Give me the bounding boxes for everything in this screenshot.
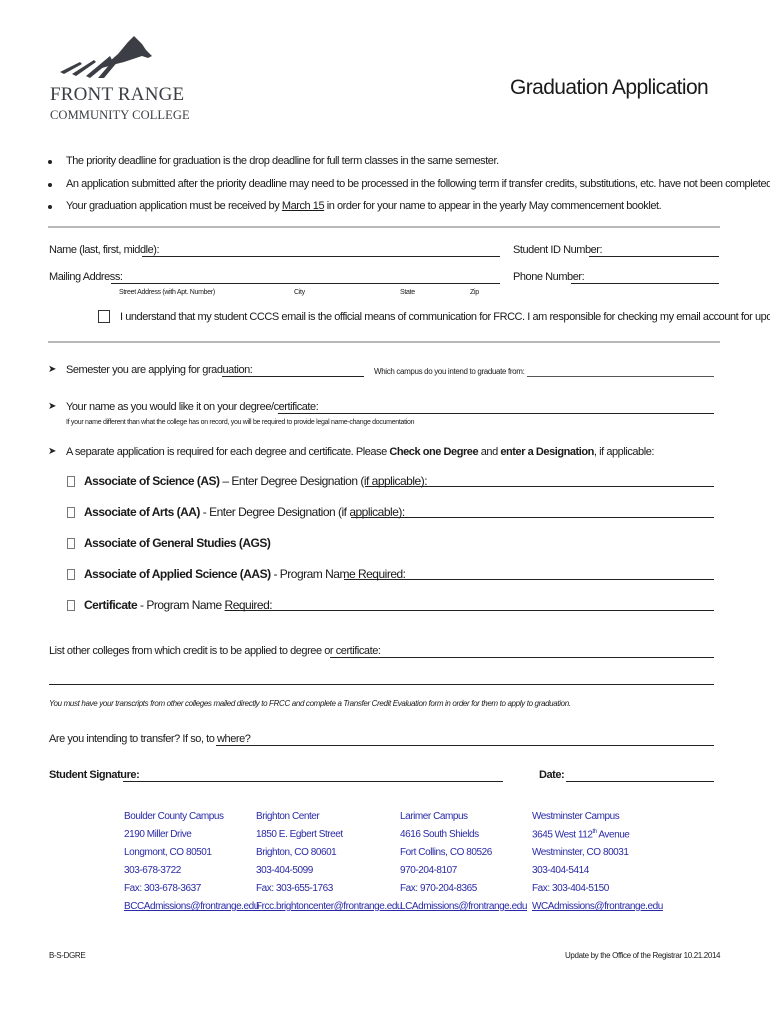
campus-name: Brighton Center bbox=[256, 811, 320, 822]
campus-city: Fort Collins, CO 80526 bbox=[400, 847, 492, 858]
email-ack-text: I understand that my student CCCS email … bbox=[120, 311, 770, 323]
campus-fax: Fax: 303-678-3637 bbox=[124, 883, 201, 894]
degree-checkbox-certificate[interactable] bbox=[67, 600, 75, 611]
form-code: B-S-DGRE bbox=[49, 951, 86, 960]
campus-fax: Fax: 303-655-1763 bbox=[256, 883, 333, 894]
campus-boulder: Boulder County Campus 2190 Miller Drive … bbox=[124, 811, 259, 919]
campus-name: Larimer Campus bbox=[400, 811, 468, 822]
state-sublabel: State bbox=[400, 289, 415, 296]
campus-name: Westminster Campus bbox=[532, 811, 620, 822]
degree-intro: A separate application is required for e… bbox=[66, 446, 654, 458]
campus-field[interactable] bbox=[527, 376, 714, 377]
campus-phone: 303-404-5414 bbox=[532, 865, 589, 876]
program-name-field-aas[interactable] bbox=[344, 579, 714, 580]
bullet-icon bbox=[48, 160, 52, 164]
street-sublabel: Street Address (with Apt. Number) bbox=[119, 289, 215, 296]
campus-city: Brighton, CO 80601 bbox=[256, 847, 337, 858]
date-label: Date: bbox=[539, 769, 565, 781]
campus-city: Westminster, CO 80031 bbox=[532, 847, 629, 858]
bullet-icon bbox=[48, 205, 52, 209]
name-label: Name (last, first, middle): bbox=[49, 244, 160, 256]
diploma-name-field[interactable] bbox=[278, 413, 714, 414]
page-title: Graduation Application bbox=[510, 76, 709, 99]
name-field[interactable] bbox=[142, 256, 500, 257]
other-colleges-label: List other colleges from which credit is… bbox=[49, 645, 381, 657]
signature-label: Student Signature: bbox=[49, 769, 140, 781]
mountain-logo-icon bbox=[60, 36, 152, 78]
city-sublabel: City bbox=[294, 289, 305, 296]
campus-label: Which campus do you intend to graduate f… bbox=[374, 367, 525, 376]
zip-sublabel: Zip bbox=[470, 289, 479, 296]
update-note: Update by the Office of the Registrar 10… bbox=[565, 951, 721, 960]
college-logo: FRONT RANGE COMMUNITY COLLEGE bbox=[50, 34, 240, 129]
logo-line2: COMMUNITY COLLEGE bbox=[50, 108, 190, 122]
bullet-text-2: An application submitted after the prior… bbox=[66, 178, 770, 190]
date-field[interactable] bbox=[566, 781, 714, 782]
degree-checkbox-ags[interactable] bbox=[67, 538, 75, 549]
transcripts-note: You must have your transcripts from othe… bbox=[49, 699, 571, 708]
degree-designation-field-as[interactable] bbox=[365, 486, 714, 487]
campus-fax: Fax: 970-204-8365 bbox=[400, 883, 477, 894]
campus-street: 3645 West 112th Avenue bbox=[532, 829, 630, 841]
bullet-text-3: Your graduation application must be rece… bbox=[66, 200, 662, 212]
degree-designation-field-aa[interactable] bbox=[351, 517, 714, 518]
arrow-bullet-icon: ➤ bbox=[48, 364, 57, 375]
campus-email-link[interactable]: BCCAdmissions@frontrange.edu bbox=[124, 901, 259, 919]
transfer-label: Are you intending to transfer? If so, to… bbox=[49, 733, 251, 745]
campus-email-link[interactable]: Frcc.brightoncenter@frontrange.edu bbox=[256, 901, 403, 919]
program-name-field-certificate[interactable] bbox=[239, 610, 714, 611]
degree-option-ags: Associate of General Studies (AGS) bbox=[84, 536, 271, 550]
divider bbox=[48, 341, 720, 343]
student-id-field[interactable] bbox=[589, 256, 719, 257]
bullet-text-1: The priority deadline for graduation is … bbox=[66, 155, 499, 167]
campus-name: Boulder County Campus bbox=[124, 811, 224, 822]
degree-checkbox-as[interactable] bbox=[67, 476, 75, 487]
diploma-name-note: If your name different than what the col… bbox=[66, 419, 415, 426]
student-id-label: Student ID Number: bbox=[513, 244, 603, 256]
mailing-address-label: Mailing Address: bbox=[49, 271, 123, 283]
campus-phone: 303-404-5099 bbox=[256, 865, 313, 876]
semester-field[interactable] bbox=[222, 376, 364, 377]
campus-street: 1850 E. Egbert Street bbox=[256, 829, 343, 840]
transfer-field[interactable] bbox=[216, 745, 714, 746]
semester-label: Semester you are applying for graduation… bbox=[66, 364, 253, 376]
campus-brighton: Brighton Center 1850 E. Egbert Street Br… bbox=[256, 811, 403, 919]
mailing-address-field[interactable] bbox=[111, 283, 500, 284]
other-colleges-field[interactable] bbox=[330, 657, 714, 658]
campus-westminster: Westminster Campus 3645 West 112th Avenu… bbox=[532, 811, 663, 919]
campus-email-link[interactable]: WCAdmissions@frontrange.edu bbox=[532, 901, 663, 919]
arrow-bullet-icon: ➤ bbox=[48, 401, 57, 412]
phone-label: Phone Number: bbox=[513, 271, 585, 283]
campus-phone: 303-678-3722 bbox=[124, 865, 181, 876]
phone-field[interactable] bbox=[571, 283, 719, 284]
campus-email-link[interactable]: LCAdmissions@frontrange.edu bbox=[400, 901, 527, 919]
degree-checkbox-aa[interactable] bbox=[67, 507, 75, 518]
campus-phone: 970-204-8107 bbox=[400, 865, 457, 876]
campus-street: 4616 South Shields bbox=[400, 829, 479, 840]
campus-street: 2190 Miller Drive bbox=[124, 829, 192, 840]
campus-city: Longmont, CO 80501 bbox=[124, 847, 212, 858]
diploma-name-label: Your name as you would like it on your d… bbox=[66, 401, 319, 413]
other-colleges-field-line2[interactable] bbox=[49, 684, 714, 685]
bullet-icon bbox=[48, 183, 52, 187]
signature-field[interactable] bbox=[123, 781, 503, 782]
degree-checkbox-aas[interactable] bbox=[67, 569, 75, 580]
arrow-bullet-icon: ➤ bbox=[48, 446, 57, 457]
campus-larimer: Larimer Campus 4616 South Shields Fort C… bbox=[400, 811, 527, 919]
campus-fax: Fax: 303-404-5150 bbox=[532, 883, 609, 894]
divider bbox=[48, 226, 720, 228]
logo-line1: FRONT RANGE bbox=[50, 84, 185, 105]
email-ack-checkbox[interactable] bbox=[98, 310, 110, 323]
